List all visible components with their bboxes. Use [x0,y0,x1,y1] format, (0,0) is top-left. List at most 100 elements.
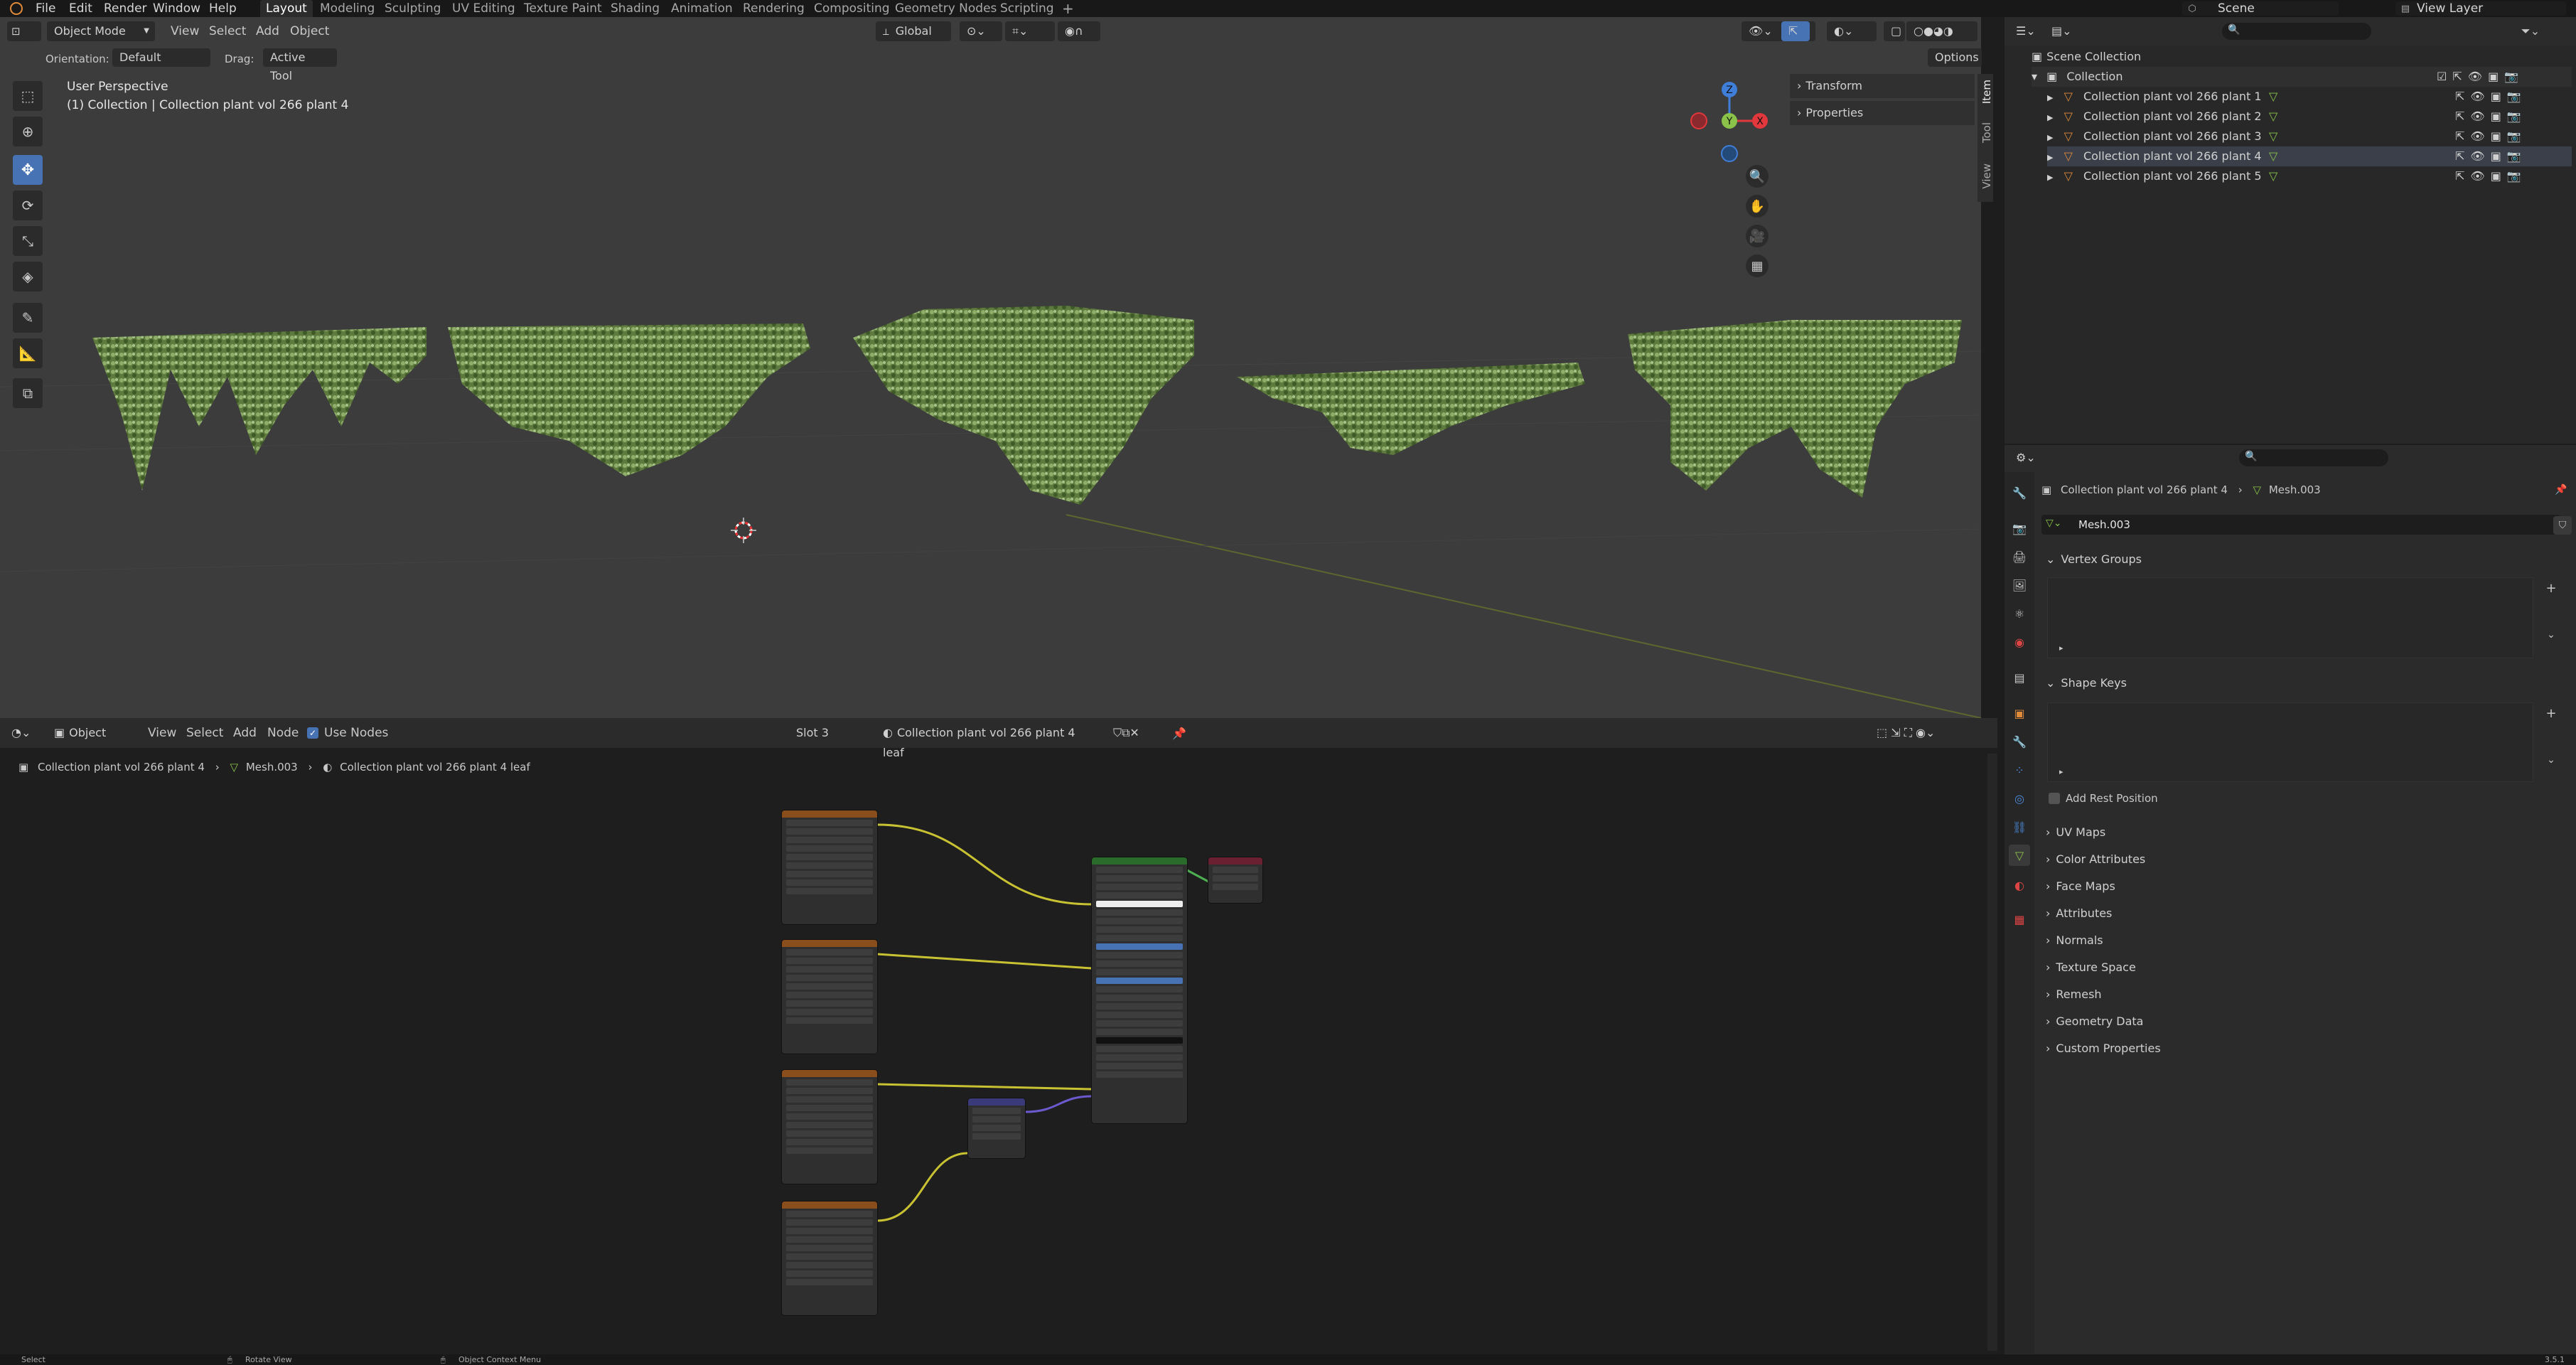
tab-scripting[interactable]: Scripting [1000,0,1054,17]
panel-remesh[interactable]: › Remesh [2046,983,2572,1007]
particles-tab-icon[interactable]: ⁘ [2010,761,2029,779]
list-expand-icon[interactable]: ▸ [2059,643,2064,653]
add-vertex-group-button[interactable]: + [2542,579,2560,597]
pivot-point-dropdown[interactable]: ⊙⌄ [960,21,1002,41]
outliner-item[interactable]: ▶ ▽ Collection plant vol 266 plant 1 ▽ ⇱… [2047,87,2572,107]
collection-toggle-icons[interactable]: ☑⇱👁▣📷 [2437,67,2524,87]
object-tab-icon[interactable]: ▣ [2010,704,2029,722]
outliner-editor-type[interactable]: ☰⌄ [2012,21,2043,41]
vertex-groups-list[interactable]: ▸ [2047,577,2533,658]
pin-icon[interactable]: 📌 [2553,482,2569,498]
pin-icon[interactable]: 📌 [1171,725,1187,741]
panel-custom-properties[interactable]: › Custom Properties [2046,1037,2572,1061]
scene-tab-icon[interactable]: ⚛ [2010,604,2029,623]
node-menu-view[interactable]: View [148,726,176,740]
node-menu-node[interactable]: Node [267,726,299,740]
outliner-scene-collection[interactable]: ▣ Scene Collection [2032,47,2141,67]
normal-map-node[interactable] [968,1098,1025,1158]
mesh-data-tab-icon[interactable]: ▽ [2009,845,2030,866]
panel-geometry-data[interactable]: › Geometry Data [2046,1010,2572,1034]
npanel-tab-tool[interactable]: Tool [1980,122,1993,143]
image-texture-node[interactable] [782,1201,877,1315]
menu-file[interactable]: File [36,0,55,17]
vertex-group-menu-button[interactable]: ⌄ [2542,626,2560,644]
object-toggle-icons[interactable]: ⇱👁▣📷 [2455,146,2527,166]
tab-animation[interactable]: Animation [671,0,733,17]
npanel-transform[interactable]: › Transform [1790,74,1975,98]
editor-type-button[interactable]: ⊡ [7,21,41,41]
shader-type-dropdown[interactable]: ▣ Object [47,723,132,743]
panel-vertex-groups[interactable]: ⌄ Vertex Groups [2046,547,2572,572]
object-toggle-icons[interactable]: ⇱👁▣📷 [2455,166,2527,186]
snap-dropdown[interactable]: ⌗⌄ [1005,21,1055,41]
navigation-gizmo[interactable]: Z X Y [1685,78,1777,171]
menu-help[interactable]: Help [209,0,237,17]
panel-normals[interactable]: › Normals [2046,928,2572,953]
viewport-menu-view[interactable]: View [171,24,199,38]
viewport-menu-object[interactable]: Object [290,24,329,38]
npanel-tab-view[interactable]: View [1980,164,1993,189]
panel-shape-keys[interactable]: ⌄ Shape Keys [2046,671,2572,695]
tab-rendering[interactable]: Rendering [743,0,805,17]
properties-search-input[interactable]: 🔍 [2239,449,2388,466]
transform-orientation-dropdown[interactable]: ⟂ Global [876,21,951,41]
panel-uv-maps[interactable]: › UV Maps [2046,820,2572,845]
object-toggle-icons[interactable]: ⇱👁▣📷 [2455,127,2527,146]
scene-selector[interactable]: ⬡ Scene [2182,1,2339,16]
outliner-item[interactable]: ▶ ▽ Collection plant vol 266 plant 5 ▽ ⇱… [2047,166,2572,186]
npanel-properties[interactable]: › Properties [1790,101,1975,125]
shading-mode-buttons[interactable]: ○●◕◑ [1906,21,1977,41]
perspective-toggle-icon[interactable]: ▦ [1746,255,1769,277]
tab-modeling[interactable]: Modeling [320,0,375,17]
mode-dropdown[interactable]: Object Mode ▼ [47,21,155,41]
menu-render[interactable]: Render [104,0,147,17]
world-tab-icon[interactable]: ◉ [2010,633,2029,651]
proportional-editing-dropdown[interactable]: ◉∩ [1058,21,1100,41]
properties-editor-type[interactable]: ⚙⌄ [2012,448,2043,468]
tool-cursor[interactable]: ⊕ [13,117,43,146]
viewport-menu-select[interactable]: Select [209,24,246,38]
node-overlay-buttons[interactable]: ⬚ ⇲ ⛶ ◉⌄ [1869,723,1976,743]
outliner-item[interactable]: ▶ ▽ Collection plant vol 266 plant 3 ▽ ⇱… [2047,127,2572,146]
node-menu-select[interactable]: Select [186,726,223,740]
panel-color-attributes[interactable]: › Color Attributes [2046,847,2572,872]
object-toggle-icons[interactable]: ⇱👁▣📷 [2455,87,2527,107]
image-texture-node[interactable] [782,940,877,1054]
viewport-menu-add[interactable]: Add [256,24,279,38]
shape-keys-list[interactable]: ▸ [2047,702,2533,782]
zoom-icon[interactable]: 🔍 [1746,165,1769,188]
tab-compositing[interactable]: Compositing [814,0,890,17]
render-tab-icon[interactable]: 📷 [2010,519,2029,537]
node-menu-add[interactable]: Add [233,726,257,740]
tab-uv-editing[interactable]: UV Editing [452,0,515,17]
panel-face-maps[interactable]: › Face Maps [2046,874,2572,899]
tool-scale[interactable]: ⤡ [13,226,43,256]
fake-user-shield-icon[interactable]: ⛉ [2553,516,2572,535]
panel-texture-space[interactable]: › Texture Space [2046,956,2572,980]
material-selector[interactable]: ◐ Collection plant vol 266 plant 4 leaf [876,723,1103,759]
list-expand-icon[interactable]: ▸ [2059,767,2064,776]
orientation-dropdown[interactable]: Default [112,48,210,67]
tab-shading[interactable]: Shading [611,0,660,17]
tool-rotate[interactable]: ⟳ [13,191,43,220]
image-texture-node[interactable] [782,810,877,924]
pan-hand-icon[interactable]: ✋ [1746,195,1769,218]
tool-move[interactable]: ✥ [13,155,43,185]
tab-geometry-nodes[interactable]: Geometry Nodes [895,0,997,17]
image-texture-node[interactable] [782,1070,877,1184]
add-workspace-button[interactable]: + [1062,0,1074,17]
overlays-toggle[interactable]: ◐⌄ [1827,21,1877,41]
blender-logo-icon[interactable] [10,2,23,15]
slot-dropdown[interactable]: Slot 3 [789,723,870,743]
material-output-node[interactable] [1208,857,1262,903]
collection-tab-icon[interactable]: ▤ [2010,668,2029,687]
tab-layout[interactable]: Layout [260,0,313,17]
add-rest-position-checkbox[interactable] [2049,793,2060,804]
outliner-item[interactable]: ▶ ▽ Collection plant vol 266 plant 2 ▽ ⇱… [2047,107,2572,127]
material-actions[interactable]: ⛉⧉✕ [1106,723,1160,743]
drag-dropdown[interactable]: Active Tool [263,48,337,82]
npanel-tab-item[interactable]: Item [1980,80,1993,104]
shape-key-menu-button[interactable]: ⌄ [2542,751,2560,769]
tab-sculpting[interactable]: Sculpting [385,0,441,17]
physics-tab-icon[interactable]: ◎ [2010,789,2029,808]
